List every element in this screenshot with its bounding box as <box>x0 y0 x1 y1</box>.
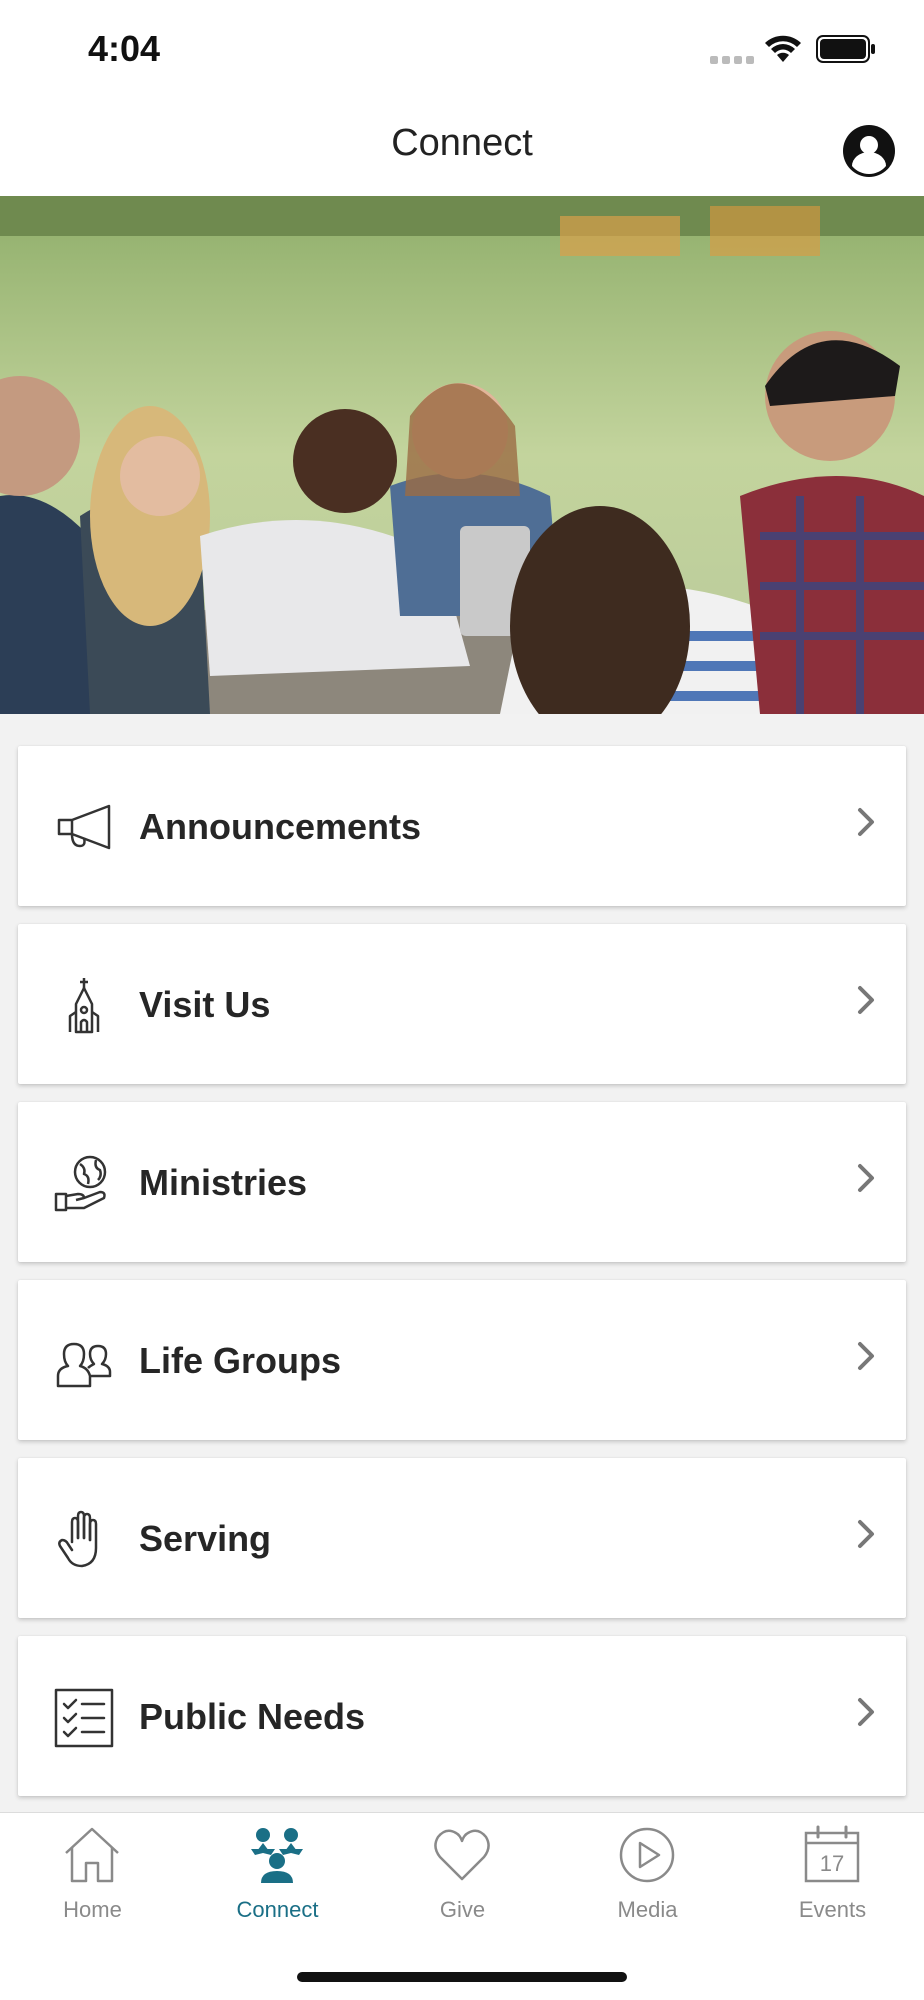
battery-icon <box>816 35 875 63</box>
raised-hand-icon <box>54 1510 114 1570</box>
menu-item-label: Announcements <box>139 806 422 847</box>
menu-list: Announcements Visit Us Ministries Life G… <box>18 746 906 1814</box>
megaphone-icon <box>54 798 114 858</box>
cellular-signal-icon <box>710 56 754 64</box>
wifi-icon <box>765 35 801 62</box>
chevron-right-icon <box>858 808 874 836</box>
tab-label: Events <box>798 1897 867 1922</box>
menu-item-serving[interactable]: Serving <box>18 1458 906 1618</box>
hero-image <box>0 196 924 714</box>
checklist-icon <box>54 1688 114 1748</box>
menu-item-ministries[interactable]: Ministries <box>18 1102 906 1262</box>
tab-give[interactable]: Give <box>370 1813 555 1943</box>
menu-item-announcements[interactable]: Announcements <box>18 746 906 906</box>
calendar-icon: 17 <box>804 1825 860 1883</box>
menu-item-label: Public Needs <box>139 1696 366 1737</box>
heart-icon <box>434 1829 490 1881</box>
home-indicator <box>297 1972 627 1982</box>
tab-media[interactable]: Media <box>555 1813 740 1943</box>
play-circle-icon <box>619 1827 675 1883</box>
chevron-right-icon <box>858 1698 874 1726</box>
menu-item-label: Life Groups <box>139 1340 342 1381</box>
chevron-right-icon <box>858 1342 874 1370</box>
menu-item-label: Ministries <box>139 1162 308 1203</box>
nav-header: Connect <box>0 100 924 196</box>
chevron-right-icon <box>858 986 874 1014</box>
status-bar: 4:04 <box>0 0 924 100</box>
status-time: 4:04 <box>88 28 161 69</box>
menu-item-label: Visit Us <box>139 984 271 1025</box>
tab-connect[interactable]: Connect <box>185 1813 370 1943</box>
menu-item-label: Serving <box>139 1518 272 1559</box>
chevron-right-icon <box>858 1520 874 1548</box>
menu-item-public-needs[interactable]: Public Needs <box>18 1636 906 1796</box>
menu-item-life-groups[interactable]: Life Groups <box>18 1280 906 1440</box>
page-title: Connect <box>391 122 533 164</box>
tab-label: Connect <box>236 1897 319 1922</box>
globe-hand-icon <box>54 1154 114 1214</box>
tab-events[interactable]: 17 Events <box>740 1813 924 1943</box>
connect-group-icon <box>251 1828 303 1883</box>
church-icon <box>54 976 114 1036</box>
calendar-day-number: 17 <box>820 1851 844 1876</box>
tab-home[interactable]: Home <box>0 1813 185 1943</box>
tab-label: Home <box>63 1897 122 1922</box>
home-icon <box>65 1827 119 1883</box>
profile-icon[interactable] <box>842 124 896 178</box>
group-photo-illustration <box>0 196 924 714</box>
chevron-right-icon <box>858 1164 874 1192</box>
tab-label: Media <box>617 1897 678 1922</box>
tab-label: Give <box>439 1897 486 1922</box>
menu-item-visit-us[interactable]: Visit Us <box>18 924 906 1084</box>
people-icon <box>54 1332 114 1392</box>
